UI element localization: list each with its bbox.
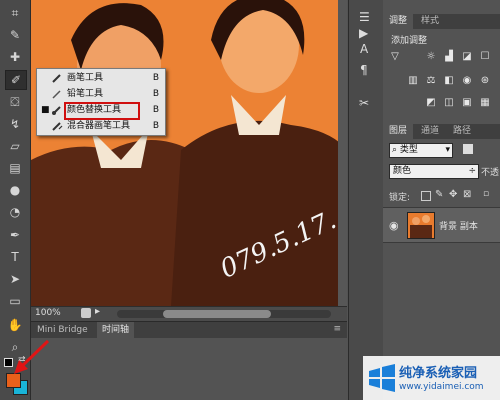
search-icon: ⌕ (392, 145, 398, 155)
flyout-item-shortcut: B (152, 73, 159, 83)
tab-layers[interactable]: 图层 (383, 124, 414, 139)
tab-paths[interactable]: 路径 (447, 124, 477, 139)
timeline-panel (31, 338, 347, 400)
watermark-brand: 纯净系统家园 (399, 366, 478, 381)
eyedropper-icon[interactable]: ✎ (5, 26, 25, 44)
pen-icon[interactable]: ✒ (5, 226, 25, 244)
flyout-item-color-replacement[interactable]: ■ 颜色替换工具 B (37, 102, 165, 120)
flyout-item-shortcut: B (152, 89, 159, 99)
gradient-map-icon[interactable]: ▦ (479, 97, 491, 109)
status-menu-arrow-icon[interactable]: ▸ (95, 306, 100, 317)
layer-thumbnail (407, 212, 435, 239)
flyout-item-label: 画笔工具 (67, 73, 104, 83)
character-panel-icon[interactable]: A (360, 42, 368, 56)
status-bar: 100% ▸ (31, 306, 347, 321)
paragraph-panel-icon[interactable]: ¶ (360, 63, 368, 77)
layer-row[interactable]: ◉ 背景 副本 (383, 207, 500, 243)
hand-icon[interactable]: ✋ (5, 316, 25, 334)
flyout-item-shortcut: B (152, 105, 159, 115)
tab-adjustments[interactable]: 调整 (383, 14, 414, 29)
layer-filter-select[interactable]: ⌕ 类型 ▾ (389, 143, 453, 158)
horizontal-scrollbar[interactable] (117, 310, 331, 318)
document-info-icon[interactable] (81, 308, 91, 318)
lock-label: 锁定: (389, 193, 411, 203)
blend-mode-value: 颜色 (393, 166, 412, 176)
tool-presets-icon[interactable]: ✂ (359, 96, 369, 110)
windows-logo-icon (369, 364, 395, 392)
gradient-icon[interactable]: ▤ (5, 159, 25, 177)
tab-styles[interactable]: 样式 (415, 14, 445, 29)
brush-tool-flyout: 画笔工具 B 铅笔工具 B ■ 颜色替换工具 B 混合器画笔工具 B (36, 68, 166, 136)
channel-mixer-icon[interactable]: ⊛ (479, 75, 491, 87)
tab-mini-bridge[interactable]: Mini Bridge (37, 325, 88, 335)
brush-icon (51, 72, 63, 84)
watermark-logo: 纯净系统家园 www.yidaimei.com (363, 356, 500, 400)
right-panels: 调整 样式 添加调整 ☼ ▟ ◪ ☐ ▽ ▥ ⚖ ◧ ◉ ⊛ ◩ ◫ ▣ ▦ 图… (383, 0, 500, 400)
lock-all-icon[interactable]: ⊠ (463, 189, 471, 200)
tab-channels[interactable]: 通道 (415, 124, 445, 139)
photo-filter-icon[interactable]: ◉ (461, 75, 473, 87)
tab-timeline[interactable]: 时间轴 (97, 322, 135, 339)
crop-icon[interactable]: ⌗ (5, 4, 25, 22)
history-brush-icon[interactable]: ↯ (5, 115, 25, 133)
selected-bullet-icon: ■ (41, 105, 50, 115)
threshold-icon[interactable]: ▣ (461, 97, 473, 109)
layer-name[interactable]: 背景 副本 (439, 219, 478, 232)
watermark-url: www.yidaimei.com (399, 382, 484, 392)
brightness-contrast-icon[interactable]: ☼ (425, 51, 437, 63)
vibrance-icon[interactable]: ▽ (389, 51, 401, 63)
fill-label: ▫ (483, 189, 490, 199)
collapsed-panels-strip: ☰ ▶ A ¶ ✂ (348, 0, 384, 400)
flyout-item-pencil[interactable]: 铅笔工具 B (37, 86, 165, 102)
spot-healing-icon[interactable]: ✚ (5, 48, 25, 66)
adjustments-title: 添加调整 (391, 36, 428, 46)
eraser-icon[interactable]: ▱ (5, 137, 25, 155)
annotation-arrow (14, 339, 50, 374)
chevron-down-icon: ÷ (468, 166, 476, 176)
mixer-brush-icon (51, 120, 63, 132)
blur-icon[interactable]: ● (5, 181, 25, 199)
levels-icon[interactable]: ▟ (443, 51, 455, 63)
invert-icon[interactable]: ◩ (425, 97, 437, 109)
rectangle-icon[interactable]: ▭ (5, 292, 25, 310)
exposure-icon[interactable]: ☐ (479, 51, 491, 63)
curves-icon[interactable]: ◪ (461, 51, 473, 63)
brush-tool-icon[interactable]: ✐ (5, 70, 27, 90)
hue-saturation-icon[interactable]: ▥ (407, 75, 419, 87)
posterize-icon[interactable]: ◫ (443, 97, 455, 109)
history-panel-icon[interactable]: ☰ (359, 10, 370, 24)
document-canvas[interactable]: 079.5.17. (31, 0, 347, 306)
color-balance-icon[interactable]: ⚖ (425, 75, 437, 87)
type-icon[interactable]: T (5, 248, 25, 266)
blend-mode-select[interactable]: 颜色 ÷ (389, 164, 479, 179)
layer-filter-label: 类型 (399, 145, 418, 155)
lock-image-icon[interactable]: ✎ (435, 189, 443, 200)
opacity-label: 不透 (481, 168, 500, 178)
color-replacement-icon (51, 104, 63, 116)
layers-tabs: 图层 通道 路径 (383, 124, 500, 139)
chevron-down-icon: ▾ (445, 145, 450, 155)
path-selection-icon[interactable]: ➤ (5, 270, 25, 288)
clone-stamp-icon[interactable]: ⛋ (5, 93, 25, 111)
flyout-item-mixer-brush[interactable]: 混合器画笔工具 B (37, 118, 165, 134)
flyout-item-label: 铅笔工具 (67, 89, 104, 99)
pencil-icon (51, 88, 63, 100)
panel-menu-icon[interactable]: ≡ (333, 324, 341, 334)
black-white-icon[interactable]: ◧ (443, 75, 455, 87)
lock-transparent-icon[interactable] (421, 191, 431, 201)
zoom-level[interactable]: 100% (35, 308, 61, 318)
lock-position-icon[interactable]: ✥ (449, 189, 457, 200)
scrollbar-thumb[interactable] (163, 310, 271, 318)
photo-image: 079.5.17. (31, 0, 347, 306)
flyout-item-shortcut: B (152, 121, 159, 131)
filter-pixel-icon[interactable] (463, 144, 473, 154)
bottom-panel-tabs: Mini Bridge 时间轴 ≡ (31, 321, 347, 339)
visibility-eye-icon[interactable]: ◉ (389, 219, 399, 232)
flyout-item-brush[interactable]: 画笔工具 B (37, 70, 165, 86)
dodge-icon[interactable]: ◔ (5, 203, 25, 221)
actions-panel-icon[interactable]: ▶ (359, 26, 368, 40)
adjustments-tabs: 调整 样式 (383, 14, 500, 29)
flyout-item-label: 混合器画笔工具 (67, 121, 131, 131)
